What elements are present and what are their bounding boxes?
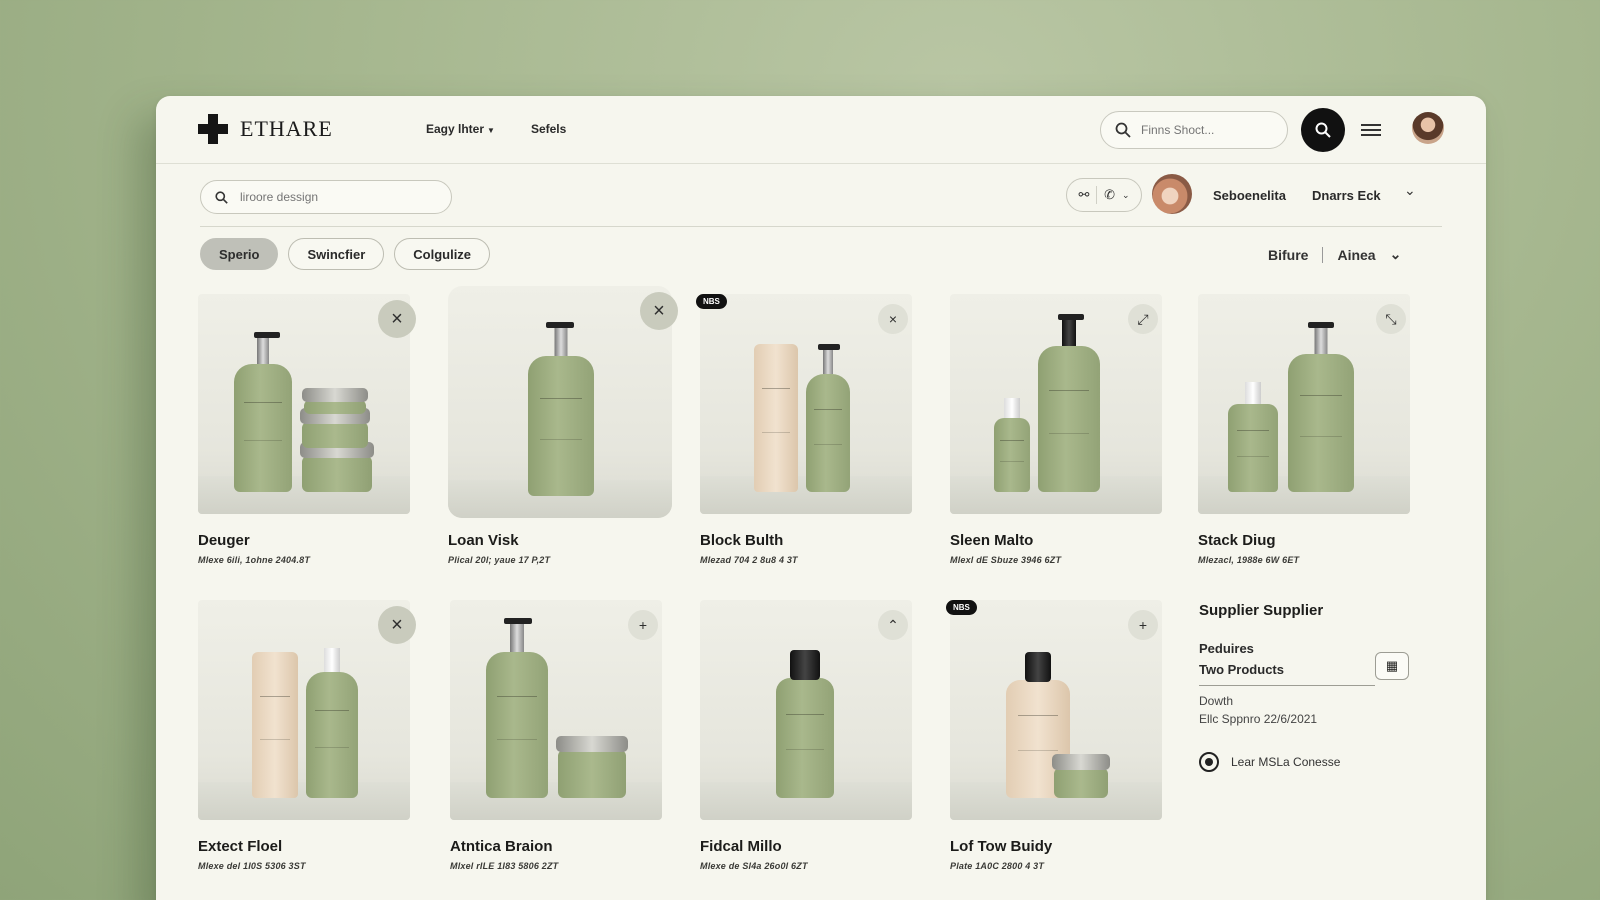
top-bar: ETHARE Eagy lhter ▼ Sefels <box>156 96 1486 164</box>
add-button[interactable]: + <box>1128 610 1158 640</box>
product-name[interactable]: Sleen Malto <box>950 532 1162 549</box>
supplier-products: Two Products <box>1199 662 1375 686</box>
brand-name: ETHARE <box>240 116 333 141</box>
product-meta: Mlexe del 1I0S 5306 3ST <box>198 861 306 871</box>
product-card[interactable]: NBS × Block Bulth Mlezad 704 2 8u8 4 3T <box>696 294 912 565</box>
supplier-date: Ellc Sppnro 22/6/2021 <box>1199 712 1318 726</box>
user-avatar[interactable] <box>1152 174 1192 214</box>
product-meta: Mlexl dE Sbuze 3946 6ZT <box>950 555 1062 565</box>
supplier-panel: Supplier Supplier Peduires Two Products … <box>1199 602 1419 772</box>
collapse-button[interactable]: ⌃ <box>878 610 908 640</box>
secondary-search-box[interactable] <box>200 180 452 214</box>
contact-actions: ⚯ ✆ ⌄ <box>1066 178 1142 212</box>
product-image[interactable]: × <box>448 286 678 518</box>
filter-chip-3[interactable]: Colgulize <box>394 238 491 270</box>
chevron-down-icon[interactable]: ⌄ <box>1404 182 1416 199</box>
product-image[interactable]: NBS + <box>946 600 1162 820</box>
product-meta: Mlexe 6ili, 1ohne 2404.8T <box>198 555 311 565</box>
status-badge: NBS <box>946 600 977 615</box>
product-image[interactable]: ⤢ <box>950 294 1162 514</box>
product-name[interactable]: Atntica Braion <box>450 838 662 855</box>
brand-logo[interactable]: ETHARE <box>198 114 333 144</box>
avatar[interactable] <box>1412 112 1444 144</box>
product-card[interactable]: × Deuger Mlexe 6ili, 1ohne 2404.8T <box>198 294 416 565</box>
supplier-link[interactable]: Lear MSLa Conesse <box>1199 752 1419 772</box>
app-window: ETHARE Eagy lhter▼ Sefels ⚯ ✆ ⌄ Seboenel… <box>156 96 1486 900</box>
hamburger-menu-icon[interactable] <box>1361 124 1381 136</box>
product-name[interactable]: Loan Visk <box>448 532 660 549</box>
filter-chips: Sperio Swincfier Colgulize <box>200 238 491 270</box>
product-meta: Mlxel rILE 1I83 5806 2ZT <box>450 861 559 871</box>
supplier-title: Supplier Supplier <box>1199 602 1324 619</box>
sort-label-1[interactable]: Bifure <box>1268 247 1308 263</box>
sort-label-2[interactable]: Ainea <box>1337 247 1375 263</box>
search-button[interactable] <box>1301 108 1345 152</box>
expand-button[interactable]: ⤢ <box>1128 304 1158 334</box>
product-name[interactable]: Block Bulth <box>700 532 912 549</box>
top-search-input[interactable] <box>1141 123 1271 137</box>
chevron-down-icon[interactable]: ⌄ <box>1390 246 1402 263</box>
remove-button[interactable]: × <box>640 292 678 330</box>
add-button[interactable]: + <box>628 610 658 640</box>
product-image[interactable]: NBS × <box>696 294 912 514</box>
user-name[interactable]: Seboenelita <box>1213 188 1286 203</box>
main-nav: Eagy lhter ▼ Sefels <box>426 122 566 136</box>
secondary-search-input[interactable] <box>240 190 430 204</box>
document-icon: ▦ <box>1385 658 1399 673</box>
product-name[interactable]: Extect Floel <box>198 838 410 855</box>
divider <box>200 226 1442 227</box>
product-meta: Plical 20l; yaue 17 P,2T <box>448 555 551 565</box>
chevron-down-icon: ▼ <box>487 126 495 135</box>
product-card[interactable]: + Atntica Braion Mlxel rILE 1I83 5806 2Z… <box>450 600 662 871</box>
status-badge: NBS <box>696 294 727 309</box>
document-button[interactable]: ▦ <box>1375 652 1409 680</box>
product-card[interactable]: ⤡ Stack Diug Mlezacl, 1988e 6W 6ET <box>1198 294 1410 565</box>
product-meta: Mlezacl, 1988e 6W 6ET <box>1198 555 1300 565</box>
product-image[interactable]: + <box>450 600 662 820</box>
product-meta: Plate 1A0C 2800 4 3T <box>950 861 1045 871</box>
product-name[interactable]: Deuger <box>198 532 410 549</box>
product-name[interactable]: Stack Diug <box>1198 532 1410 549</box>
search-icon <box>215 190 228 204</box>
product-card[interactable]: ⤢ Sleen Malto Mlexl dE Sbuze 3946 6ZT <box>950 294 1162 565</box>
product-meta: Mlexe de Sl4a 26o0l 6ZT <box>700 861 808 871</box>
divider <box>1322 246 1324 263</box>
search-icon <box>1315 122 1331 138</box>
product-image[interactable]: ⤡ <box>1198 294 1410 514</box>
phone-icon[interactable]: ✆ <box>1104 187 1115 203</box>
filter-chip-1[interactable]: Sperio <box>200 238 279 270</box>
link-icon[interactable]: ⚯ <box>1078 187 1089 203</box>
search-icon <box>1115 122 1131 138</box>
product-name[interactable]: Fidcal Millo <box>700 838 912 855</box>
product-image[interactable]: ⌃ <box>700 600 912 820</box>
nav-item-1[interactable]: Eagy lhter ▼ <box>426 122 495 136</box>
product-meta: Mlezad 704 2 8u8 4 3T <box>700 555 798 565</box>
product-name[interactable]: Lof Tow Buidy <box>950 838 1162 855</box>
logo-cross-icon <box>198 114 228 144</box>
collapse-button[interactable]: ⤡ <box>1376 304 1406 334</box>
product-card[interactable]: ⌃ Fidcal Millo Mlexe de Sl4a 26o0l 6ZT <box>700 600 912 871</box>
product-image[interactable]: × <box>198 600 416 820</box>
supplier-detail: Dowth <box>1199 694 1234 708</box>
globe-icon <box>1199 752 1219 772</box>
product-card[interactable]: × Extect Floel Mlexe del 1I0S 5306 3ST <box>198 600 416 871</box>
nav-item-1-label: Eagy lhter <box>426 122 485 136</box>
product-card[interactable]: × Loan Visk Plical 20l; yaue 17 P,2T <box>448 286 678 565</box>
product-card[interactable]: NBS + Lof Tow Buidy Plate 1A0C 2800 4 3T <box>946 600 1162 871</box>
product-image[interactable]: × <box>198 294 416 514</box>
remove-button[interactable]: × <box>378 300 416 338</box>
filter-chip-2[interactable]: Swincfier <box>288 238 385 270</box>
chevron-down-icon[interactable]: ⌄ <box>1122 190 1130 201</box>
sort-controls: Bifure Ainea ⌄ <box>1268 246 1401 263</box>
top-search-box[interactable] <box>1100 111 1288 149</box>
supplier-link-label: Lear MSLa Conesse <box>1231 755 1341 769</box>
remove-button[interactable]: × <box>878 304 908 334</box>
user-secondary-name[interactable]: Dnarrs Eck <box>1312 188 1381 203</box>
divider <box>1096 186 1098 204</box>
remove-button[interactable]: × <box>378 606 416 644</box>
nav-item-2[interactable]: Sefels <box>531 122 566 136</box>
